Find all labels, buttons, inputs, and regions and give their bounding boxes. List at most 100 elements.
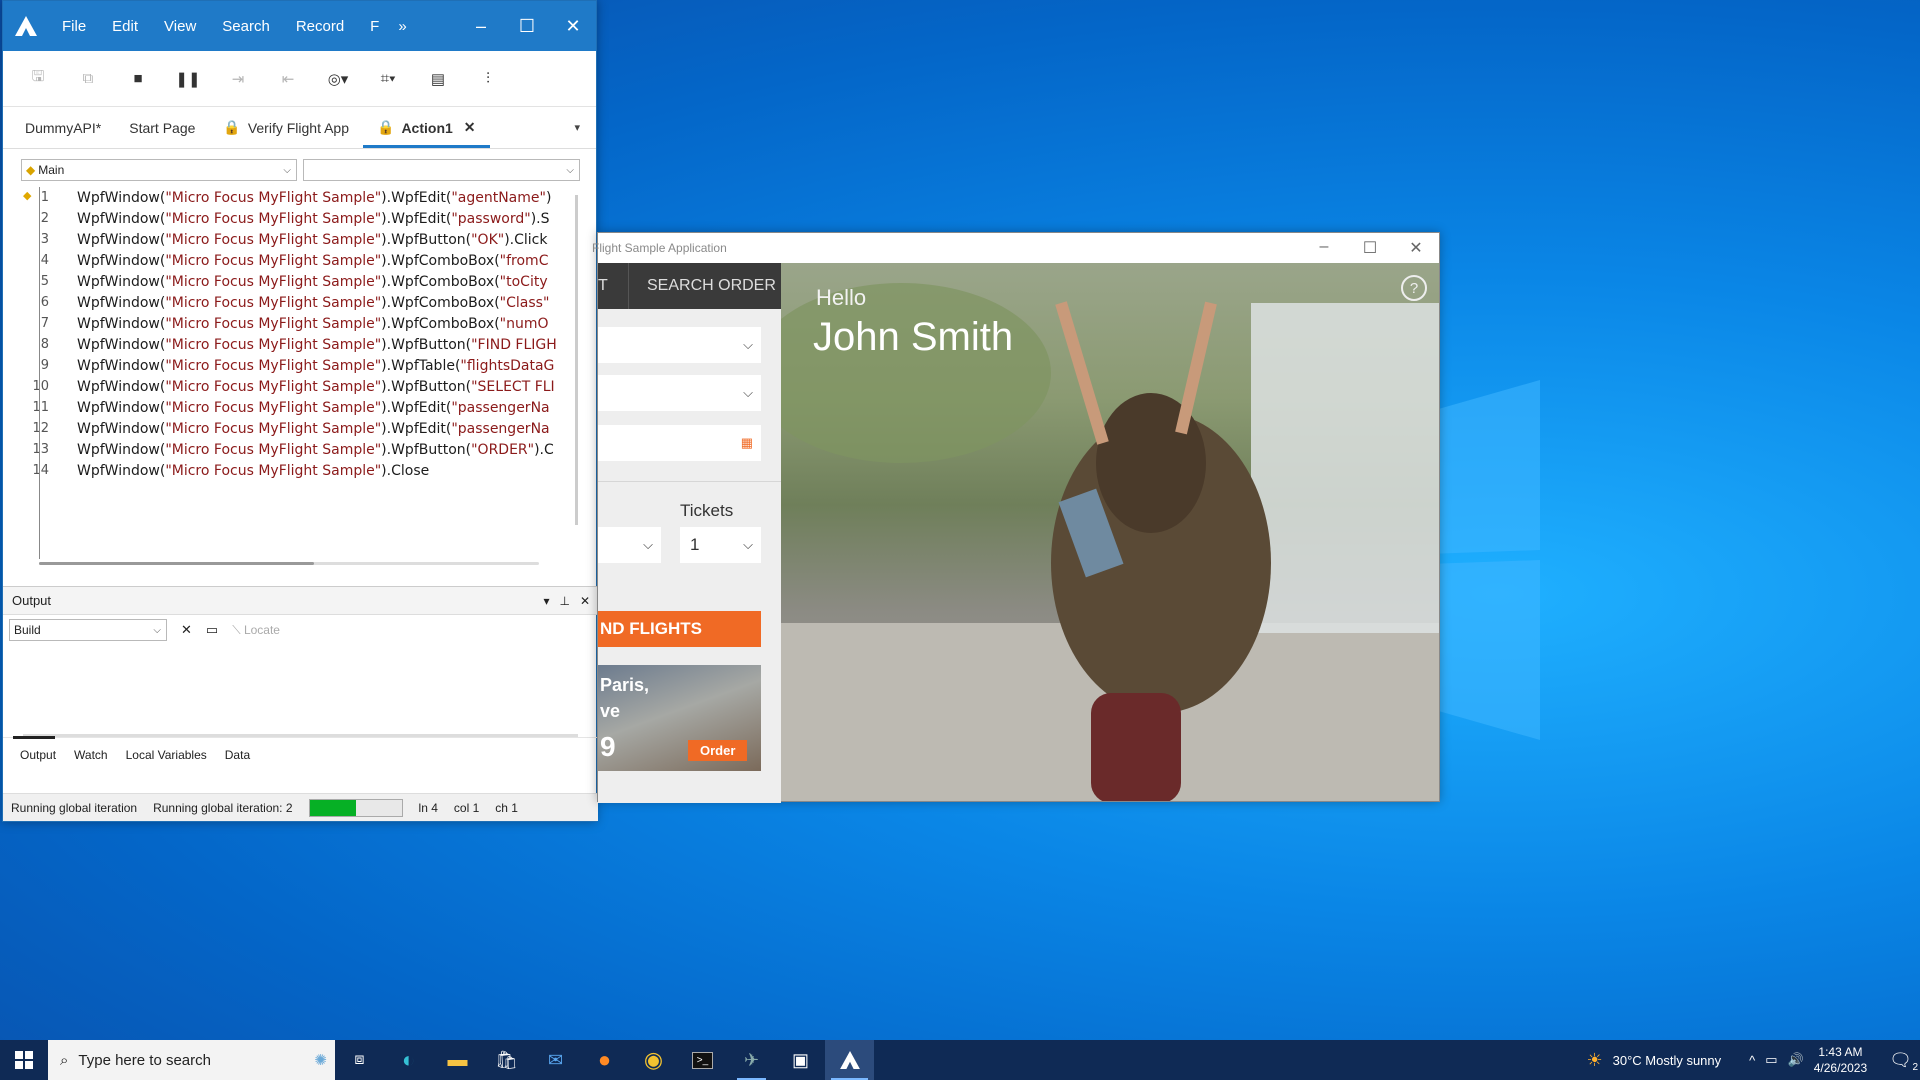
code-line[interactable]: 13 WpfWindow("Micro Focus MyFlight Sample… xyxy=(21,439,574,460)
step-into-icon[interactable]: ⇥ xyxy=(213,59,263,99)
firefox-icon[interactable]: ● xyxy=(580,1040,629,1080)
code-line[interactable]: 5 WpfWindow("Micro Focus MyFlight Sample"… xyxy=(21,271,574,292)
step-out-icon[interactable]: ⇤ xyxy=(263,59,313,99)
explorer-window-icon[interactable]: ▣ xyxy=(776,1040,825,1080)
code-line[interactable]: 9 WpfWindow("Micro Focus MyFlight Sample"… xyxy=(21,355,574,376)
menu-truncated[interactable]: F xyxy=(357,18,392,35)
uft-logo-icon[interactable] xyxy=(3,1,49,51)
menu-view[interactable]: View xyxy=(151,18,209,35)
run-results-icon[interactable]: ⫶ xyxy=(463,59,513,99)
code-segment: ).WpfButton( xyxy=(381,336,472,353)
tab-data[interactable]: Data xyxy=(216,748,259,762)
pin-icon[interactable]: ⊥ xyxy=(559,594,569,608)
save-icon[interactable]: 🖫 xyxy=(13,59,63,99)
code-line[interactable]: 3 WpfWindow("Micro Focus MyFlight Sample"… xyxy=(21,229,574,250)
nav-book-flight[interactable]: T xyxy=(598,277,628,295)
chrome-icon[interactable]: ◉ xyxy=(629,1040,678,1080)
code-string: "passengerNa xyxy=(451,420,550,437)
network-icon[interactable]: ▭ xyxy=(1765,1052,1777,1068)
mail-icon[interactable]: ✉ xyxy=(531,1040,580,1080)
taskbar-search[interactable]: ⌕ Type here to search ✺ xyxy=(48,1040,335,1080)
vertical-scrollbar[interactable] xyxy=(575,195,578,525)
tickets-select[interactable]: 1 ⌵ xyxy=(680,527,761,563)
notifications-icon[interactable]: 🗨 2 xyxy=(1889,1050,1918,1073)
calendar-icon[interactable]: ▦ xyxy=(741,435,753,451)
filter-icon[interactable]: ▭ xyxy=(206,622,218,638)
uft-taskbar-icon[interactable] xyxy=(825,1040,874,1080)
code-line[interactable]: 12 WpfWindow("Micro Focus MyFlight Sample… xyxy=(21,418,574,439)
help-icon[interactable]: ? xyxy=(1401,275,1427,301)
menu-edit[interactable]: Edit xyxy=(99,18,151,35)
tab-local-variables[interactable]: Local Variables xyxy=(117,748,216,762)
code-segment: WpfWindow( xyxy=(77,273,166,290)
minimize-icon[interactable]: – xyxy=(458,1,504,51)
volume-icon[interactable]: 🔊 xyxy=(1788,1052,1804,1068)
code-editor[interactable]: ◆ 1 WpfWindow("Micro Focus MyFlight Sampl… xyxy=(21,187,578,567)
weather-sun-icon[interactable]: ☀ xyxy=(1586,1050,1602,1071)
store-icon[interactable]: 🛍 xyxy=(482,1040,531,1080)
tray-overflow-icon[interactable]: ^ xyxy=(1749,1053,1755,1068)
stop-icon[interactable]: ■ xyxy=(113,59,163,99)
code-line[interactable]: 14 WpfWindow("Micro Focus MyFlight Sample… xyxy=(21,460,574,481)
tab-output[interactable]: Output xyxy=(11,748,65,762)
code-line[interactable]: 1 WpfWindow("Micro Focus MyFlight Sample"… xyxy=(21,187,574,208)
flight-app-taskbar-icon[interactable]: ✈ xyxy=(727,1040,776,1080)
code-line[interactable]: 2 WpfWindow("Micro Focus MyFlight Sample"… xyxy=(21,208,574,229)
menu-search[interactable]: Search xyxy=(209,18,283,35)
code-segment: WpfWindow( xyxy=(77,357,166,374)
code-line[interactable]: 4 WpfWindow("Micro Focus MyFlight Sample"… xyxy=(21,250,574,271)
menu-overflow-icon[interactable]: » xyxy=(392,18,412,35)
terminal-icon[interactable]: >_ xyxy=(678,1040,727,1080)
tabs-overflow-icon[interactable]: ▾ xyxy=(574,121,580,134)
maximize-icon[interactable]: ☐ xyxy=(504,1,550,51)
to-city-select[interactable]: ⌵ xyxy=(598,375,761,411)
code-line[interactable]: 10 WpfWindow("Micro Focus MyFlight Sample… xyxy=(21,376,574,397)
clock[interactable]: 1:43 AM 4/26/2023 xyxy=(1814,1044,1867,1076)
code-line[interactable]: 11 WpfWindow("Micro Focus MyFlight Sample… xyxy=(21,397,574,418)
locate-button[interactable]: ⟍ Locate xyxy=(232,623,280,638)
tab-start-page[interactable]: Start Page xyxy=(115,120,209,148)
member-combo[interactable]: ⌵ xyxy=(303,159,580,181)
close-icon[interactable]: ✕ xyxy=(550,1,596,51)
date-picker[interactable]: ▦ xyxy=(598,425,761,461)
code-line[interactable]: 7 WpfWindow("Micro Focus MyFlight Sample"… xyxy=(21,313,574,334)
minimize-icon[interactable]: – xyxy=(1301,238,1347,258)
code-line[interactable]: 6 WpfWindow("Micro Focus MyFlight Sample"… xyxy=(21,292,574,313)
pause-icon[interactable]: ❚❚ xyxy=(163,59,213,99)
nav-search-order[interactable]: SEARCH ORDER xyxy=(628,263,776,309)
panel-menu-icon[interactable]: ▾ xyxy=(543,594,549,608)
menu-record[interactable]: Record xyxy=(283,18,357,35)
system-tray: ☀ 30°C Mostly sunny ^ ▭ 🔊 1:43 AM 4/26/2… xyxy=(1586,1044,1920,1076)
close-panel-icon[interactable]: ✕ xyxy=(580,594,590,608)
file-explorer-icon[interactable]: ▬ xyxy=(433,1040,482,1080)
tab-dummyapi[interactable]: DummyAPI* xyxy=(11,120,115,148)
menu-file[interactable]: File xyxy=(49,18,99,35)
save-all-icon[interactable]: ⧉ xyxy=(63,59,113,99)
class-select[interactable]: ⌵ xyxy=(598,527,661,563)
tab-watch[interactable]: Watch xyxy=(65,748,117,762)
weather-text[interactable]: 30°C Mostly sunny xyxy=(1613,1053,1722,1068)
close-tab-icon[interactable]: ✕ xyxy=(464,119,476,136)
task-view-icon[interactable]: ⧈ xyxy=(335,1040,384,1080)
output-source-combo[interactable]: Build ⌵ xyxy=(9,619,167,641)
code-line[interactable]: 8 WpfWindow("Micro Focus MyFlight Sample"… xyxy=(21,334,574,355)
checkpoint-icon[interactable]: ⌗▾ xyxy=(363,59,413,99)
scope-combo[interactable]: ◆ Main ⌵ xyxy=(21,159,297,181)
output-text-area[interactable] xyxy=(3,645,598,745)
start-button[interactable] xyxy=(0,1040,48,1080)
from-city-select[interactable]: ⌵ xyxy=(598,327,761,363)
find-flights-button[interactable]: ND FLIGHTS xyxy=(598,611,761,647)
object-spy-icon[interactable]: ◎▾ xyxy=(313,59,363,99)
close-icon[interactable]: ✕ xyxy=(1393,238,1439,258)
edge-icon[interactable]: ◐ xyxy=(384,1040,433,1080)
promo-order-button[interactable]: Order xyxy=(688,740,748,761)
clear-icon[interactable]: ✕ xyxy=(181,622,192,638)
tab-verify-flight-app[interactable]: 🔒 Verify Flight App xyxy=(209,119,363,148)
output-panel: Output ▾ ⊥ ✕ Build ⌵ ✕ ▭ ⟍ Locate Output… xyxy=(3,586,598,781)
maximize-icon[interactable]: ☐ xyxy=(1347,238,1393,258)
code-segment: WpfWindow( xyxy=(77,231,166,248)
archive-icon[interactable]: ▤ xyxy=(413,59,463,99)
code-text: WpfWindow("Micro Focus MyFlight Sample")… xyxy=(57,232,557,248)
horizontal-scrollbar[interactable] xyxy=(29,559,549,567)
tab-action1[interactable]: 🔒 Action1 ✕ xyxy=(363,119,490,148)
